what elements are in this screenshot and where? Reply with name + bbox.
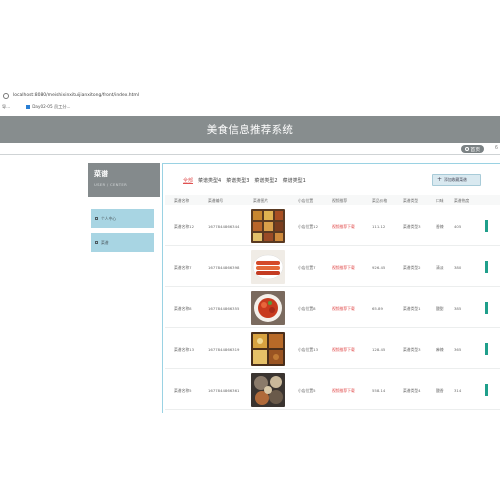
cell-price: 65.89 — [372, 306, 383, 311]
sidebar-header: 菜谱 USER / CENTER — [88, 163, 160, 197]
col-name: 菜谱名称 — [174, 198, 190, 203]
cell-type: 菜谱类型1 — [403, 306, 421, 311]
action-edge[interactable] — [485, 220, 488, 232]
address-bar[interactable]: localhost:8080/meishixinxituijianxitong/… — [0, 90, 500, 101]
tab-type4[interactable]: 菜谱类型4 — [198, 177, 221, 184]
url-text[interactable]: localhost:8080/meishixinxituijianxitong/… — [13, 93, 139, 98]
cell-price: 128.45 — [372, 347, 386, 352]
video-download-link[interactable]: 视频推荐下载 — [332, 265, 355, 271]
cell-code: 1677844866398 — [208, 265, 240, 270]
page: localhost:8080/meishixinxituijianxitong/… — [0, 0, 500, 500]
cell-flavor: 酸甜 — [436, 306, 444, 311]
cell-type: 菜谱类型3 — [403, 224, 421, 229]
cell-price: 926.45 — [372, 265, 386, 270]
food-image[interactable] — [251, 209, 285, 243]
video-download-link[interactable]: 视频推荐下载 — [332, 388, 355, 394]
sidebar-item-profile[interactable]: 个人中心 — [91, 209, 154, 228]
video-download-link[interactable]: 视频推荐下载 — [332, 347, 355, 353]
cell-location: 小店位置12 — [298, 224, 319, 229]
bookmark-item[interactable]: Day02-05 员工分... — [26, 104, 78, 110]
action-edge[interactable] — [485, 384, 488, 396]
add-favorite-button[interactable]: + 添加收藏菜谱 — [432, 174, 481, 186]
action-edge[interactable] — [485, 261, 488, 273]
video-download-link[interactable]: 视频推荐下载 — [332, 306, 355, 312]
cell-name: 菜谱名称13 — [174, 347, 195, 352]
tab-type2[interactable]: 菜谱类型2 — [254, 177, 277, 184]
bookmark-icon — [26, 105, 31, 109]
cell-heat: 314 — [454, 388, 462, 393]
table-row[interactable]: 菜谱名称5 1677844866361 小店位置5 视频推荐下载 558.14 … — [165, 370, 500, 410]
food-image[interactable] — [251, 332, 285, 366]
video-download-link[interactable]: 视频推荐下载 — [332, 224, 355, 230]
cell-heat: 365 — [454, 347, 462, 352]
cell-heat: 380 — [454, 265, 462, 270]
menu-icon — [95, 241, 98, 244]
site-title: 美食信息推荐系统 — [206, 124, 294, 136]
cell-heat: 385 — [454, 306, 462, 311]
sidebar-title: 菜谱 — [94, 170, 108, 178]
cell-flavor: 清淡 — [436, 265, 444, 270]
col-location: 小店位置 — [298, 198, 314, 203]
cell-location: 小店位置7 — [298, 265, 316, 270]
cell-type: 菜谱类型2 — [403, 265, 421, 270]
food-image[interactable] — [251, 291, 285, 325]
cell-code: 1677844866319 — [208, 347, 240, 352]
cell-location: 小店位置5 — [298, 388, 316, 393]
cell-name: 菜谱名称8 — [174, 306, 192, 311]
cell-flavor: 麻辣 — [436, 347, 444, 352]
user-icon — [95, 217, 98, 220]
cell-name: 菜谱名称12 — [174, 224, 195, 229]
cell-code: 1677844866355 — [208, 306, 240, 311]
food-image[interactable] — [251, 250, 285, 284]
table-row[interactable]: 菜谱名称13 1677844866319 小店位置13 视频推荐下载 128.4… — [165, 329, 500, 369]
sidebar-item-recipe[interactable]: 菜谱 — [91, 233, 154, 252]
bookmarks-bar: 导... Day02-05 员工分... — [0, 101, 500, 113]
cell-type: 菜谱类型4 — [403, 388, 421, 393]
bookmark-item[interactable]: 导... — [2, 104, 18, 110]
tab-type1[interactable]: 菜谱类型1 — [283, 177, 306, 184]
table-row[interactable]: 菜谱名称8 1677844866355 小店位置8 视频推荐下载 65.89 菜… — [165, 288, 500, 328]
category-tabs: 全部 菜谱类型4 菜谱类型3 菜谱类型2 菜谱类型1 — [183, 177, 311, 184]
food-image[interactable] — [251, 373, 285, 407]
table-row[interactable]: 菜谱名称12 1677844866344 小店位置12 视频推荐下载 111.1… — [165, 206, 500, 246]
cell-location: 小店位置13 — [298, 347, 319, 352]
home-icon — [465, 147, 470, 151]
table-row[interactable]: 菜谱名称7 1677844866398 小店位置7 视频推荐下载 926.45 … — [165, 247, 500, 287]
action-edge[interactable] — [485, 302, 488, 314]
tab-all[interactable]: 全部 — [183, 177, 193, 184]
top-nav: 首页 6 — [0, 143, 500, 155]
col-price: 菜品价格 — [372, 198, 388, 203]
cell-code: 1677844866361 — [208, 388, 240, 393]
table-header: 菜谱名称 菜谱编号 菜谱图片 小店位置 视频推荐 菜品价格 菜谱类型 口味 菜谱… — [165, 195, 500, 205]
tab-type3[interactable]: 菜谱类型3 — [226, 177, 249, 184]
cell-heat: 405 — [454, 224, 462, 229]
cell-code: 1677844866344 — [208, 224, 240, 229]
cell-name: 菜谱名称7 — [174, 265, 192, 270]
col-video: 视频推荐 — [332, 198, 348, 203]
cell-name: 菜谱名称5 — [174, 388, 192, 393]
home-button[interactable]: 首页 — [461, 145, 484, 153]
cell-type: 菜谱类型3 — [403, 347, 421, 352]
plus-icon: + — [437, 176, 443, 183]
cell-flavor: 酸香 — [436, 388, 444, 393]
sidebar-subtitle: USER / CENTER — [94, 182, 128, 187]
col-code: 菜谱编号 — [208, 198, 224, 203]
col-type: 菜谱类型 — [403, 198, 419, 203]
site-banner: 美食信息推荐系统 — [0, 116, 500, 143]
nav-overflow: 6 — [494, 145, 498, 151]
col-image: 菜谱图片 — [253, 198, 269, 203]
cell-location: 小店位置8 — [298, 306, 316, 311]
cell-flavor: 香辣 — [436, 224, 444, 229]
cell-price: 558.14 — [372, 388, 386, 393]
site-info-icon[interactable] — [3, 92, 9, 99]
col-heat: 菜谱热度 — [454, 198, 470, 203]
cell-price: 111.12 — [372, 224, 386, 229]
action-edge[interactable] — [485, 343, 488, 355]
col-flavor: 口味 — [436, 198, 444, 203]
